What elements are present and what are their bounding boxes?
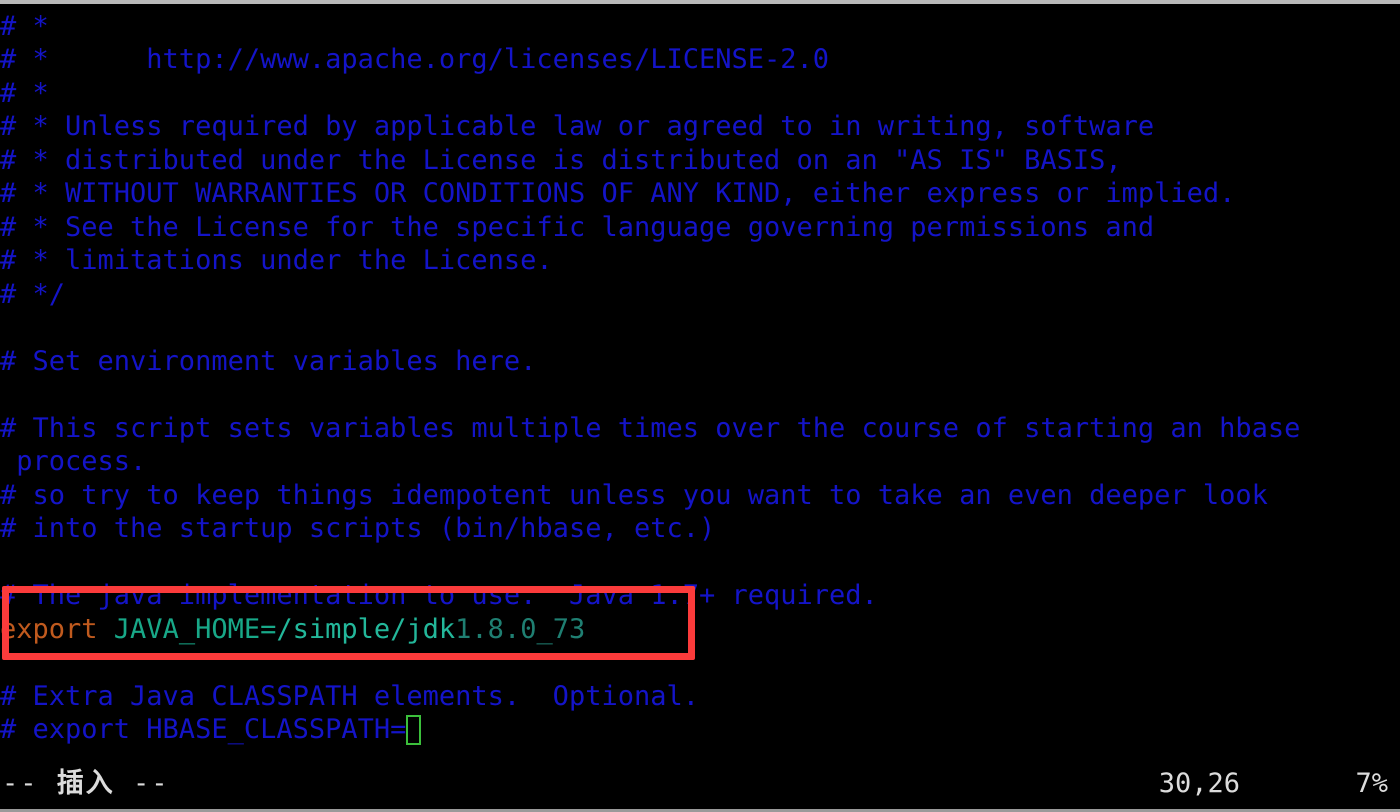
code-span-cmt: # * http://www.apache.org/licenses/LICEN…: [0, 44, 830, 75]
mode-suffix-dashes: --: [114, 768, 170, 799]
vim-status-line: -- 插入 -- 30,26 7%: [0, 759, 1400, 809]
code-line[interactable]: # * http://www.apache.org/licenses/LICEN…: [0, 43, 829, 77]
code-line[interactable]: # * WITHOUT WARRANTIES OR CONDITIONS OF …: [0, 177, 1235, 211]
code-line[interactable]: # so try to keep things idempotent unles…: [0, 479, 1268, 513]
code-line[interactable]: # *: [0, 77, 49, 111]
code-span-ver: 1.8.0_73: [455, 614, 586, 645]
code-line[interactable]: export JAVA_HOME=/simple/jdk1.8.0_73: [0, 613, 585, 647]
mode-prefix-dashes: --: [2, 768, 57, 799]
code-line[interactable]: # *: [0, 10, 49, 44]
vim-text-buffer[interactable]: # * # * http://www.apache.org/licenses/LI…: [0, 4, 1400, 756]
code-line[interactable]: # * limitations under the License.: [0, 244, 553, 278]
code-span-cmt: # This script sets variables multiple ti…: [0, 413, 1301, 444]
vim-cursor-position: 30,26: [1158, 768, 1240, 799]
code-line[interactable]: # */: [0, 278, 65, 312]
terminal-window: # * # * http://www.apache.org/licenses/LI…: [0, 0, 1400, 812]
code-span-cmt: # * distributed under the License is dis…: [0, 145, 1122, 176]
text-cursor: [406, 715, 422, 745]
code-line[interactable]: # * Unless required by applicable law or…: [0, 110, 1154, 144]
code-line[interactable]: # into the startup scripts (bin/hbase, e…: [0, 512, 715, 546]
code-span-cmt: # Extra Java CLASSPATH elements. Optiona…: [0, 681, 699, 712]
code-line[interactable]: # This script sets variables multiple ti…: [0, 412, 1300, 446]
code-span-cmt: # * WITHOUT WARRANTIES OR CONDITIONS OF …: [0, 178, 1236, 209]
code-line[interactable]: # Set environment variables here.: [0, 345, 536, 379]
code-span-cmt: # export HBASE_CLASSPATH=: [0, 714, 407, 745]
vim-mode-indicator: -- 插入 --: [2, 759, 170, 809]
code-span-cmt: # The java implementation to use. Java 1…: [0, 580, 878, 611]
code-span-cmt: # */: [0, 279, 66, 310]
code-line[interactable]: # The java implementation to use. Java 1…: [0, 579, 878, 613]
code-line[interactable]: # Extra Java CLASSPATH elements. Optiona…: [0, 680, 699, 714]
code-line[interactable]: # export HBASE_CLASSPATH=: [0, 713, 422, 747]
mode-label: 插入: [56, 768, 115, 799]
code-span-cmt: # Set environment variables here.: [0, 346, 537, 377]
code-line[interactable]: process.: [0, 445, 146, 479]
code-span-cmt: # *: [0, 78, 49, 109]
code-span-cmt: # so try to keep things idempotent unles…: [0, 480, 1268, 511]
code-span-kw: export: [0, 614, 114, 645]
code-span-var: JAVA_HOME=: [113, 614, 277, 645]
code-span-cmt: # *: [0, 11, 49, 42]
code-span-cmt: process.: [0, 446, 147, 477]
code-span-path: /simple/jdk: [276, 614, 456, 645]
code-span-cmt: # * limitations under the License.: [0, 245, 553, 276]
code-span-cmt: # * Unless required by applicable law or…: [0, 111, 1155, 142]
code-line[interactable]: # * See the License for the specific lan…: [0, 211, 1154, 245]
vim-scroll-percent: 7%: [1355, 768, 1388, 799]
code-span-cmt: # into the startup scripts (bin/hbase, e…: [0, 513, 716, 544]
code-line[interactable]: # * distributed under the License is dis…: [0, 144, 1122, 178]
code-span-cmt: # * See the License for the specific lan…: [0, 212, 1155, 243]
